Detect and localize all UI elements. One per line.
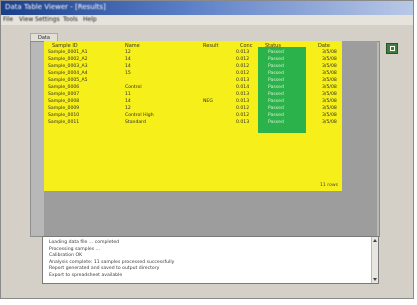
table-row[interactable]: Sample_0003_A3 14 0.012 Passed 3/5/08 <box>0 64 417 71</box>
table-cell: 14 <box>125 99 131 104</box>
table-row[interactable]: Sample_0010 Control High 0.012 Passed 3/5/08 <box>0 113 417 120</box>
table-cell: Passed <box>268 99 284 104</box>
log-scrollbar[interactable] <box>371 237 378 283</box>
column-header-name[interactable]: Name <box>125 43 140 49</box>
table-cell: 3/5/08 <box>322 85 337 90</box>
scroll-down-icon[interactable] <box>373 278 377 281</box>
table-cell: 12 <box>125 50 131 55</box>
log-line: Calibration OK <box>49 253 83 258</box>
table-cell: Sample_0004_A4 <box>48 71 88 76</box>
menu-settings[interactable]: Settings <box>35 16 60 23</box>
column-header-status[interactable]: Status <box>265 43 281 49</box>
table-cell: Control High <box>125 113 154 118</box>
table-cell: Passed <box>268 57 284 62</box>
table-cell: Sample_0007 <box>48 92 80 97</box>
table-cell: 0.013 <box>236 50 250 55</box>
table-cell: Passed <box>268 71 284 76</box>
table-cell: Passed <box>268 113 284 118</box>
table-cell: 0.012 <box>236 57 250 62</box>
log-line: Export to spreadsheet available <box>49 272 123 278</box>
table-cell: 3/5/08 <box>322 113 337 118</box>
menu-view[interactable]: View <box>19 16 33 23</box>
menu-help[interactable]: Help <box>83 16 97 23</box>
table-cell: Passed <box>268 85 284 90</box>
menu-bar: File View Settings Tools Help <box>1 15 413 25</box>
table-cell: Control <box>125 85 142 90</box>
table-cell: Passed <box>268 120 284 125</box>
table-row[interactable]: Sample_0008 14 NEG 0.013 Passed 3/5/08 <box>0 99 417 106</box>
row-count-status: 11 rows <box>320 183 339 188</box>
table-cell: 0.012 <box>236 64 250 69</box>
column-header-date[interactable]: Date <box>318 43 330 49</box>
table-row[interactable]: Sample_0007 11 0.013 Passed 3/5/08 <box>0 92 417 99</box>
column-header-sample-id[interactable]: Sample ID <box>52 43 78 49</box>
scroll-up-icon[interactable] <box>373 239 377 242</box>
table-cell: 3/5/08 <box>322 50 337 55</box>
table-row[interactable]: Sample_0002_A2 14 0.012 Passed 3/5/08 <box>0 57 417 64</box>
table-cell: 3/5/08 <box>322 92 337 97</box>
table-cell: 0.012 <box>236 113 250 118</box>
table-cell: 0.012 <box>236 71 250 76</box>
table-cell: Sample_0005_A5 <box>48 78 88 83</box>
title-bar[interactable]: Data Table Viewer - [Results] <box>1 1 413 15</box>
column-header-conc[interactable]: Conc <box>240 43 252 49</box>
table-cell: Sample_0001_A1 <box>48 50 88 55</box>
table-cell: Sample_0003_A3 <box>48 64 88 69</box>
table-cell: 0.013 <box>236 92 250 97</box>
table-cell: Sample_0008 <box>48 99 80 104</box>
log-panel[interactable]: Loading data file ... completed Processin… <box>42 236 379 284</box>
table-row[interactable]: Sample_0004_A4 15 0.012 Passed 3/5/08 <box>0 71 417 78</box>
table-cell: 3/5/08 <box>322 99 337 104</box>
table-cell: Sample_0011 <box>48 120 80 125</box>
log-line: Report generated and saved to output dir… <box>49 266 160 271</box>
table-row[interactable]: Sample_0006 Control 0.014 Passed 3/5/08 <box>0 85 417 92</box>
table-cell: 11 <box>125 92 131 97</box>
table-cell: Sample_0009 <box>48 106 80 111</box>
table-cell: NEG <box>203 99 213 104</box>
table-cell: 15 <box>125 71 131 76</box>
window-title: Data Table Viewer - [Results] <box>5 3 106 11</box>
table-row[interactable]: Sample_0009 12 0.012 Passed 3/5/08 <box>0 106 417 113</box>
table-cell: 3/5/08 <box>322 64 337 69</box>
table-cell: Sample_0006 <box>48 85 80 90</box>
table-cell: 3/5/08 <box>322 120 337 125</box>
table-cell: 3/5/08 <box>322 71 337 76</box>
table-cell: 0.012 <box>236 106 250 111</box>
table-cell: Passed <box>268 106 284 111</box>
table-cell: Passed <box>268 64 284 69</box>
menu-file[interactable]: File <box>3 16 13 23</box>
table-cell: Sample_0002_A2 <box>48 57 88 62</box>
table-cell: 0.013 <box>236 99 250 104</box>
menu-tools[interactable]: Tools <box>63 16 78 23</box>
excel-export-icon[interactable] <box>386 43 398 54</box>
table-cell: Passed <box>268 50 284 55</box>
table-cell: Sample_0010 <box>48 113 80 118</box>
table-cell: 14 <box>125 57 131 62</box>
table-cell: Passed <box>268 78 284 83</box>
table-cell: 0.013 <box>236 120 250 125</box>
table-cell: 3/5/08 <box>322 106 337 111</box>
table-row[interactable]: Sample_0001_A1 12 0.013 Passed 3/5/08 <box>0 50 417 57</box>
table-cell: 0.014 <box>236 85 250 90</box>
column-header-result[interactable]: Result <box>203 43 218 49</box>
table-cell: 0.013 <box>236 78 250 83</box>
log-line: Processing samples ... <box>49 246 100 252</box>
table-cell: Passed <box>268 92 284 97</box>
table-cell: 14 <box>125 64 131 69</box>
table-row[interactable]: Sample_0005_A5 0.013 Passed 3/5/08 <box>0 78 417 85</box>
table-cell: 3/5/08 <box>322 78 337 83</box>
table-row[interactable]: Sample_0011 Standard 0.013 Passed 3/5/08 <box>0 120 417 127</box>
table-cell: Standard <box>125 120 146 125</box>
log-line: Analysis complete: 11 samples processed … <box>49 259 175 265</box>
table-cell: 12 <box>125 106 131 111</box>
table-cell: 3/5/08 <box>322 57 337 62</box>
log-line: Loading data file ... completed <box>49 240 120 245</box>
